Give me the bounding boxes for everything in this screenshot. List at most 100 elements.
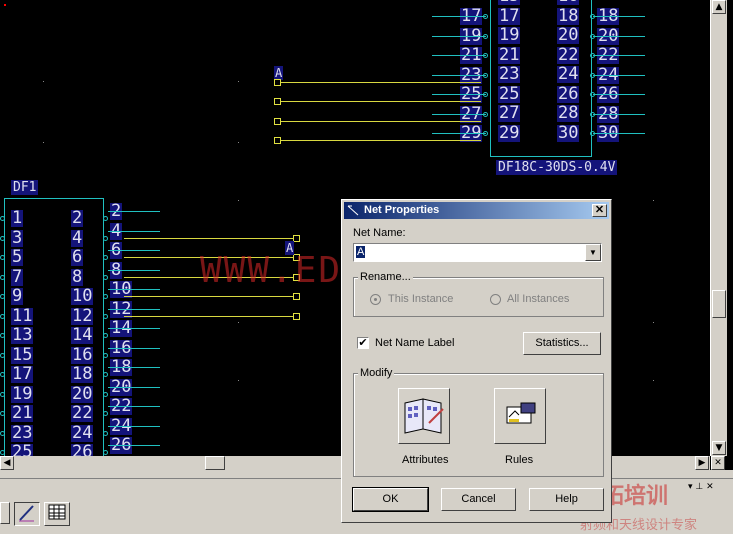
radio-this-instance[interactable]: [370, 294, 381, 305]
pin-number[interactable]: 7: [11, 268, 24, 286]
top-part-label[interactable]: DF18C-30DS-0.4V: [496, 160, 618, 175]
rules-button[interactable]: [494, 388, 546, 444]
pin-number[interactable]: 25: [498, 85, 521, 103]
draw-tool-icon[interactable]: [14, 502, 40, 526]
pin-number[interactable]: 16: [557, 0, 580, 5]
pin-number[interactable]: 3: [11, 229, 24, 247]
pin-number[interactable]: 15: [498, 0, 521, 5]
vertical-scroll-thumb[interactable]: [712, 290, 726, 318]
cancel-button[interactable]: Cancel: [441, 488, 516, 511]
left-part-ref[interactable]: DF1: [11, 180, 39, 195]
pin-number[interactable]: 11: [11, 307, 34, 325]
pin-number[interactable]: 15: [11, 346, 34, 364]
net-wire[interactable]: [281, 82, 481, 83]
panel-controls[interactable]: ▾ ⊥ ✕: [688, 482, 728, 494]
pin-number[interactable]: 6: [71, 249, 84, 266]
wire-endpoint[interactable]: [293, 313, 300, 320]
pin-connector: [0, 255, 5, 260]
pin-number[interactable]: 12: [71, 307, 94, 325]
wire-endpoint[interactable]: [274, 98, 281, 105]
net-name-label-checkbox[interactable]: ✔: [357, 337, 369, 349]
net-label-a-top[interactable]: A: [274, 66, 284, 80]
chevron-down-icon[interactable]: ▼: [585, 244, 601, 261]
vertical-scrollbar[interactable]: ▲ ▼: [710, 0, 727, 456]
close-icon[interactable]: ✕: [711, 456, 725, 470]
pin-number[interactable]: 17: [11, 366, 34, 383]
pin-number[interactable]: 21: [11, 405, 34, 422]
toolbar-tool-icon[interactable]: [0, 502, 10, 524]
pin-number[interactable]: 5: [11, 249, 24, 266]
pin-number[interactable]: 18: [71, 366, 94, 383]
attributes-button[interactable]: [398, 388, 450, 444]
pin-number[interactable]: 18: [557, 7, 580, 25]
net-wire[interactable]: [124, 316, 294, 317]
grid-dot: [238, 81, 239, 82]
pin-connector: [103, 333, 108, 338]
ok-button[interactable]: OK: [352, 487, 429, 512]
pin-number[interactable]: 26: [557, 85, 580, 103]
pin-number[interactable]: 10: [71, 288, 94, 305]
pin-number[interactable]: 16: [71, 346, 94, 364]
wire-endpoint[interactable]: [293, 293, 300, 300]
close-icon[interactable]: ✕: [592, 204, 607, 217]
statistics-button[interactable]: Statistics...: [523, 332, 601, 355]
pin-number[interactable]: 27: [498, 105, 521, 122]
net-wire[interactable]: [124, 296, 294, 297]
pin-connector: [483, 14, 488, 19]
pin-number[interactable]: 9: [11, 288, 24, 305]
table-view-icon[interactable]: [44, 502, 70, 526]
net-wire[interactable]: [281, 121, 481, 122]
pin-number[interactable]: 17: [498, 7, 521, 25]
pin-number[interactable]: 22: [71, 405, 94, 422]
pin-number[interactable]: 29: [498, 124, 521, 142]
pin-number[interactable]: 4: [71, 229, 84, 247]
scroll-right-icon[interactable]: ▶: [695, 456, 709, 470]
grid-dot: [238, 380, 239, 381]
wire-endpoint[interactable]: [274, 79, 281, 86]
pin-number[interactable]: 22: [557, 46, 580, 64]
pin-stub: [108, 211, 160, 212]
pin-number[interactable]: 1: [11, 210, 24, 227]
dialog-title-bar[interactable]: Net Properties ✕: [344, 202, 609, 219]
pin-number[interactable]: 19: [11, 385, 34, 403]
pin-number[interactable]: 13: [11, 327, 34, 344]
scroll-up-icon[interactable]: ▲: [712, 0, 726, 14]
pin-connector: [0, 313, 5, 319]
horizontal-scroll-thumb[interactable]: [205, 456, 225, 470]
pin-stub: [593, 16, 645, 17]
pin-number[interactable]: 26: [71, 444, 94, 456]
scroll-left-icon[interactable]: ◀: [0, 456, 14, 470]
pin-number[interactable]: 25: [11, 444, 34, 456]
pin-number[interactable]: 14: [71, 327, 94, 344]
pin-number[interactable]: 19: [498, 27, 521, 44]
wire-endpoint[interactable]: [274, 118, 281, 125]
pin-number[interactable]: 23: [11, 424, 34, 442]
pin-number[interactable]: 24: [71, 424, 94, 442]
pin-connector: [103, 313, 108, 319]
pin-connector: [483, 92, 488, 97]
pin-stub: [108, 347, 160, 349]
scroll-down-icon[interactable]: ▼: [712, 441, 726, 455]
pin-number[interactable]: 8: [71, 268, 84, 286]
pin-connector: [0, 216, 5, 221]
pin-number[interactable]: 30: [557, 124, 580, 142]
pin-number[interactable]: 28: [557, 105, 580, 122]
radio-all-instances[interactable]: [490, 294, 501, 305]
net-name-combobox[interactable]: A ▼: [353, 243, 602, 262]
wire-endpoint[interactable]: [274, 137, 281, 144]
grid-dot: [238, 142, 239, 143]
pin-number[interactable]: 24: [557, 66, 580, 83]
pin-number[interactable]: 21: [498, 46, 521, 64]
pin-connector: [103, 255, 108, 260]
help-button[interactable]: Help: [529, 488, 604, 511]
grid-dot: [653, 200, 654, 201]
net-wire[interactable]: [124, 238, 294, 239]
pin-number[interactable]: 20: [71, 385, 94, 403]
pin-connector: [483, 111, 488, 117]
net-wire[interactable]: [281, 140, 481, 141]
net-name-input[interactable]: A: [356, 246, 366, 258]
net-wire[interactable]: [281, 101, 481, 102]
pin-number[interactable]: 2: [71, 210, 84, 227]
pin-number[interactable]: 20: [557, 27, 580, 44]
pin-number[interactable]: 23: [498, 66, 521, 83]
